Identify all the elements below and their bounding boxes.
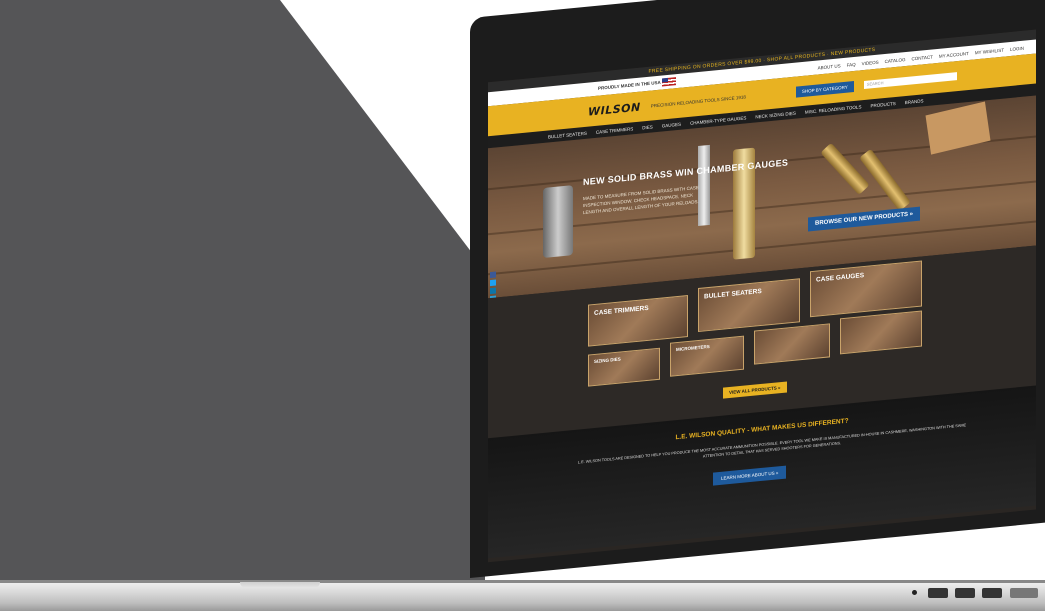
- usb-port-icon: [928, 588, 948, 598]
- website-screen: FREE SHIPPING ON ORDERS OVER $99.00 · SH…: [488, 29, 1036, 563]
- category-tile-sizing-dies[interactable]: SIZING DIES: [588, 347, 660, 387]
- view-all-products-button[interactable]: VIEW ALL PRODUCTS »: [723, 381, 787, 399]
- utility-link-contact[interactable]: CONTACT: [911, 54, 932, 61]
- facebook-icon[interactable]: [490, 271, 496, 279]
- sd-slot-icon: [1010, 588, 1038, 598]
- category-tile-micrometers[interactable]: MICROMETERS: [670, 335, 744, 377]
- steel-gauge-image: [543, 185, 573, 258]
- nav-item-brands[interactable]: BRANDS: [905, 98, 924, 105]
- laptop-mockup: FREE SHIPPING ON ORDERS OVER $99.00 · SH…: [0, 0, 1045, 611]
- category-tile[interactable]: [840, 310, 922, 355]
- browse-new-products-button[interactable]: BROWSE OUR NEW PRODUCTS »: [808, 206, 921, 232]
- wilson-logo[interactable]: WILSON: [588, 100, 641, 118]
- utility-link-wishlist[interactable]: MY WISHLIST: [975, 47, 1004, 55]
- laptop-lid-notch: [240, 582, 320, 588]
- utility-link-catalog[interactable]: CATALOG: [885, 57, 906, 64]
- linkedin-icon[interactable]: [490, 287, 496, 295]
- nav-item-bullet-seaters[interactable]: BULLET SEATERS: [548, 130, 587, 139]
- usa-flag-icon: [661, 77, 676, 87]
- category-tile[interactable]: [754, 323, 830, 365]
- brass-case-image: [820, 142, 870, 196]
- twitter-icon[interactable]: [490, 279, 496, 287]
- category-tile-bullet-seaters[interactable]: BULLET SEATERS: [698, 278, 800, 333]
- nav-item-products[interactable]: PRODUCTS: [870, 101, 895, 108]
- hero-text: MADE TO MEASURE FROM SOLID BRASS WITH CA…: [583, 184, 699, 216]
- nav-item-gauges[interactable]: GAUGES: [662, 121, 681, 128]
- laptop-hinge: [0, 580, 1045, 583]
- screen-bezel: FREE SHIPPING ON ORDERS OVER $99.00 · SH…: [470, 0, 1045, 579]
- nav-item-neck-sizing-dies[interactable]: NECK SIZING DIES: [755, 110, 796, 119]
- search-input[interactable]: SEARCH: [863, 72, 957, 90]
- nav-item-case-trimmers[interactable]: CASE TRIMMERS: [596, 126, 633, 135]
- utility-link-videos[interactable]: VIDEOS: [862, 59, 879, 66]
- wood-block-image: [925, 101, 991, 155]
- category-tile-case-trimmers[interactable]: CASE TRIMMERS: [588, 295, 688, 347]
- hdmi-port-icon: [982, 588, 1002, 598]
- utility-link-login[interactable]: LOGIN: [1010, 45, 1024, 51]
- shop-by-category-button[interactable]: SHOP BY CATEGORY: [795, 80, 854, 98]
- headphone-port-icon: [912, 590, 917, 595]
- utility-link-faq[interactable]: FAQ: [847, 61, 856, 67]
- utility-link-account[interactable]: MY ACCOUNT: [939, 50, 969, 58]
- category-tile-case-gauges[interactable]: CASE GAUGES: [810, 260, 922, 318]
- header-tagline: PRECISION RELOADING TOOLS SINCE 1918: [650, 93, 746, 109]
- brass-case-image: [859, 148, 911, 212]
- learn-more-button[interactable]: LEARN MORE ABOUT US »: [713, 465, 787, 486]
- hero-title: NEW SOLID BRASS WIN CHAMBER GAUGES: [583, 157, 789, 188]
- laptop-base: [0, 580, 1045, 611]
- usb-port-icon: [955, 588, 975, 598]
- nav-item-dies[interactable]: DIES: [642, 124, 653, 130]
- utility-link-about[interactable]: ABOUT US: [818, 63, 841, 70]
